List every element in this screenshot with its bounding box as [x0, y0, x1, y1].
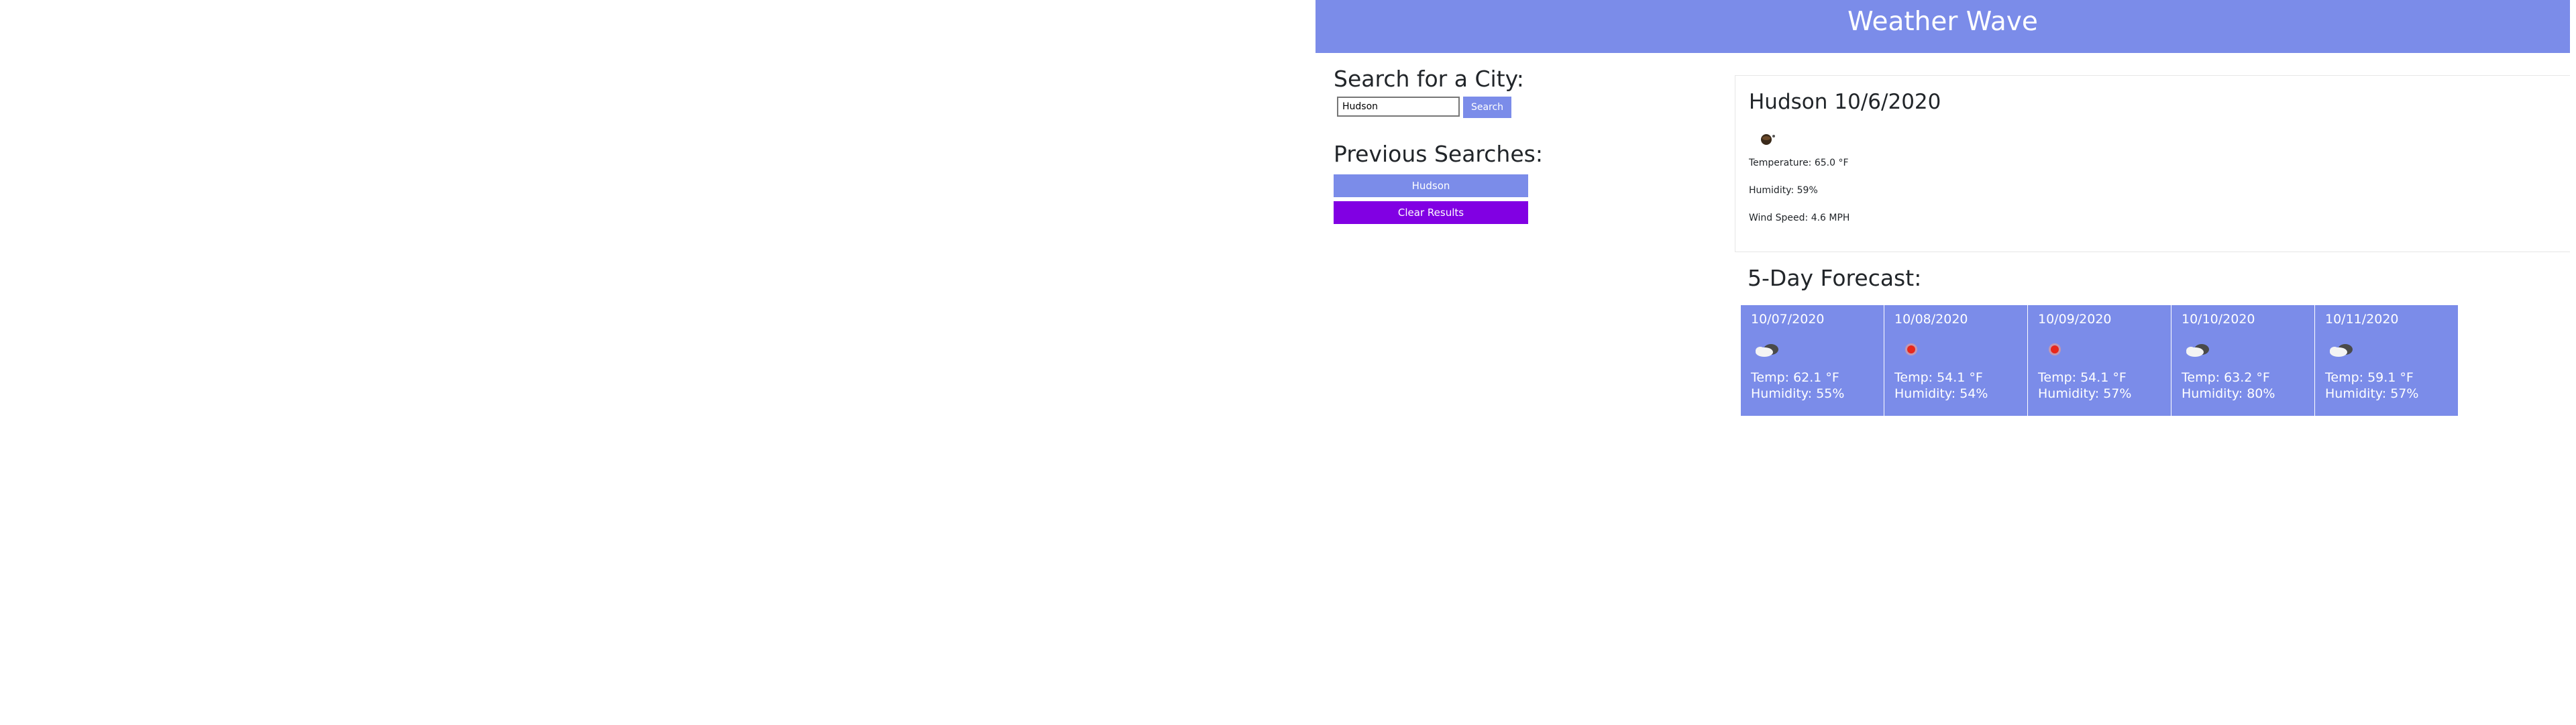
cloudy-icon	[1756, 344, 1778, 357]
search-heading: Search for a City:	[1334, 66, 1524, 92]
forecast-temp: Temp: 63.2 °F	[2182, 370, 2270, 385]
forecast-card: 10/11/2020 Temp: 59.1 °F Humidity: 57%	[2315, 305, 2458, 416]
forecast-list: 10/07/2020 Temp: 62.1 °F Humidity: 55% 1…	[1741, 305, 2458, 416]
page: Weather Wave Search for a City: Search P…	[0, 0, 2576, 725]
forecast-humidity: Humidity: 57%	[2325, 386, 2419, 401]
previous-searches-heading: Previous Searches:	[1334, 141, 1543, 167]
forecast-card: 10/07/2020 Temp: 62.1 °F Humidity: 55%	[1741, 305, 1884, 416]
forecast-date: 10/07/2020	[1751, 312, 1825, 327]
forecast-card: 10/09/2020 Temp: 54.1 °F Humidity: 57%	[2028, 305, 2171, 416]
previous-search-item[interactable]: Hudson	[1334, 174, 1528, 197]
forecast-humidity: Humidity: 80%	[2182, 386, 2275, 401]
cloudy-icon	[2330, 344, 2353, 357]
current-wind-speed: Wind Speed: 4.6 MPH	[1749, 213, 1850, 223]
search-button[interactable]: Search	[1463, 97, 1511, 118]
forecast-date: 10/08/2020	[1894, 312, 1968, 327]
current-temperature: Temperature: 65.0 °F	[1749, 158, 1849, 168]
current-date: 10/6/2020	[1834, 90, 1941, 114]
forecast-humidity: Humidity: 57%	[2038, 386, 2132, 401]
current-weather-card: Hudson 10/6/2020 Temperature: 65.0 °F Hum…	[1735, 75, 2570, 252]
forecast-card: 10/10/2020 Temp: 63.2 °F Humidity: 80%	[2171, 305, 2314, 416]
clear-results-button[interactable]: Clear Results	[1334, 201, 1528, 224]
city-search-input[interactable]	[1337, 97, 1460, 117]
app-title: Weather Wave	[1847, 7, 2038, 37]
current-city: Hudson	[1749, 90, 1828, 114]
forecast-temp: Temp: 54.1 °F	[1894, 370, 1983, 385]
app-header: Weather Wave	[1316, 0, 2570, 53]
current-humidity: Humidity: 59%	[1749, 185, 1818, 196]
forecast-humidity: Humidity: 54%	[1894, 386, 1988, 401]
current-city-date: Hudson 10/6/2020	[1749, 89, 1941, 115]
forecast-date: 10/09/2020	[2038, 312, 2112, 327]
night-cloud-icon	[1761, 134, 1775, 145]
forecast-card: 10/08/2020 Temp: 54.1 °F Humidity: 54%	[1884, 305, 2027, 416]
sun-icon	[2049, 343, 2061, 355]
forecast-temp: Temp: 59.1 °F	[2325, 370, 2414, 385]
forecast-date: 10/11/2020	[2325, 312, 2399, 327]
forecast-temp: Temp: 62.1 °F	[1751, 370, 1839, 385]
cloudy-icon	[2186, 344, 2209, 357]
forecast-heading: 5-Day Forecast:	[1748, 265, 1922, 291]
sun-icon	[1905, 343, 1917, 355]
forecast-date: 10/10/2020	[2182, 312, 2255, 327]
forecast-humidity: Humidity: 55%	[1751, 386, 1845, 401]
forecast-temp: Temp: 54.1 °F	[2038, 370, 2127, 385]
